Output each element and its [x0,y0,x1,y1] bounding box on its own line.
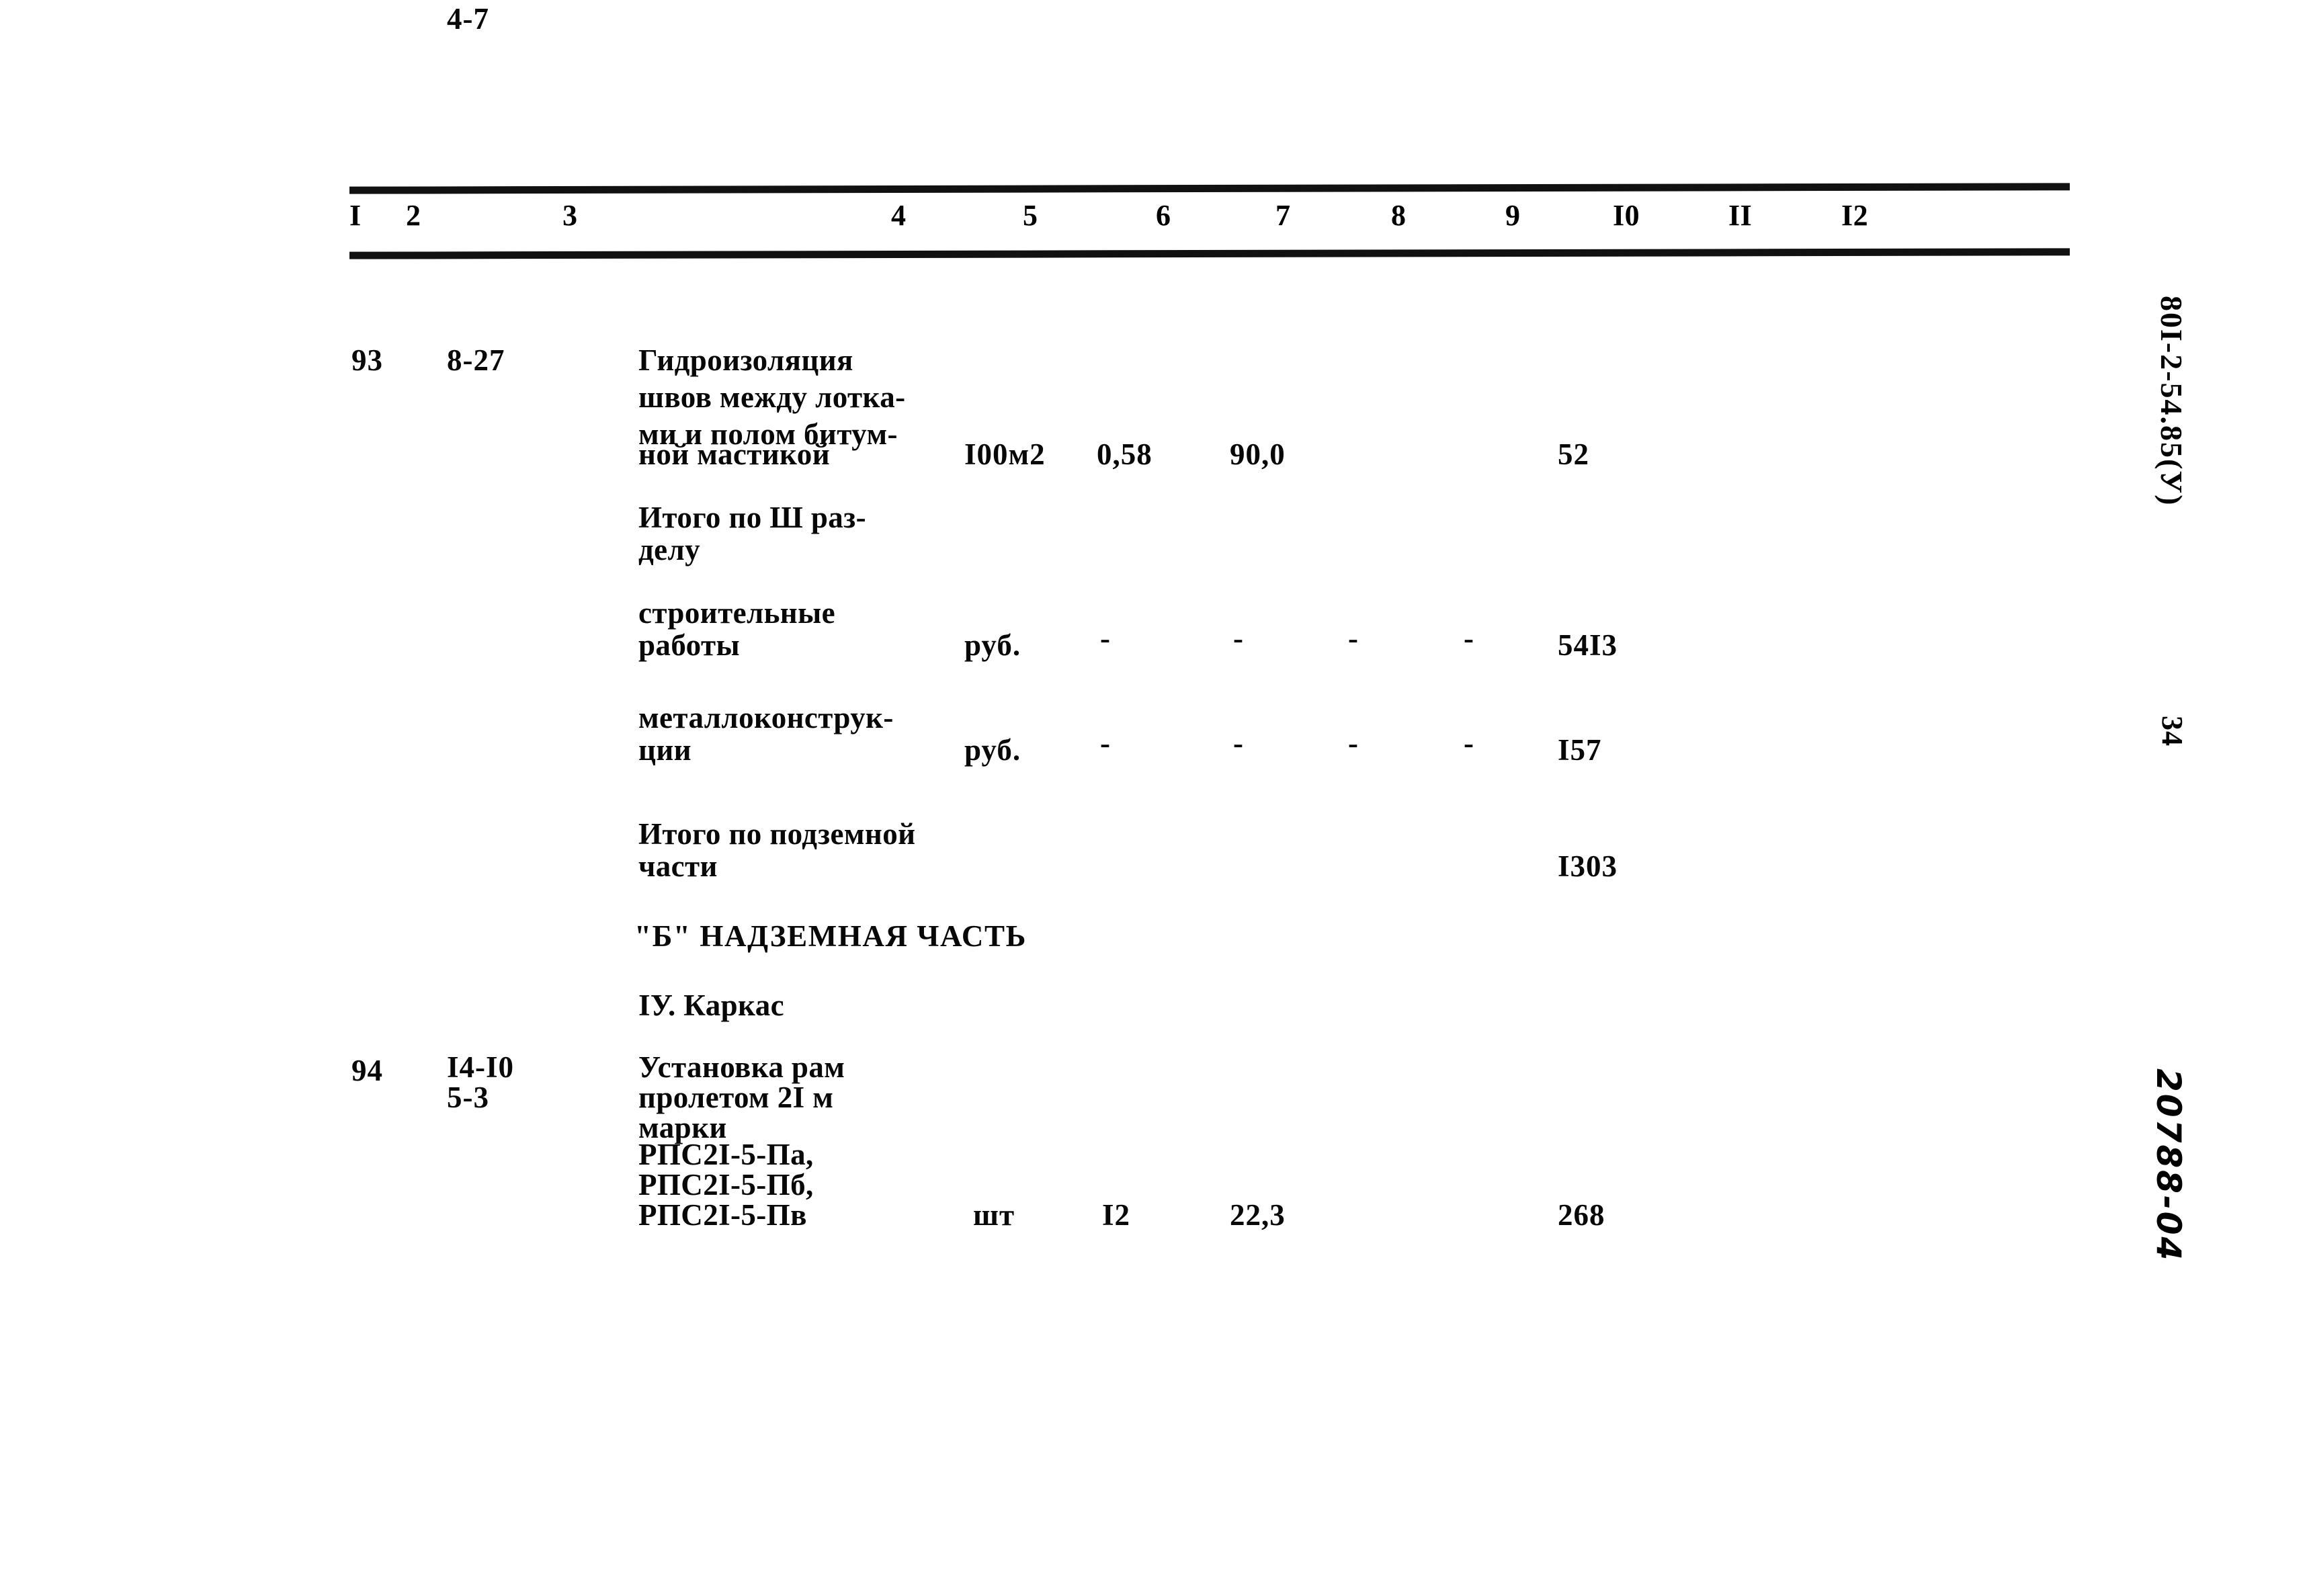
page-number-vertical: 34 [2156,716,2189,747]
row-93-col-5: 0,58 [1097,437,1152,471]
row-93-desc-line-1: Гидроизоляция [638,343,853,377]
row-93-number: 93 [351,343,383,377]
construction-works-unit: руб. [964,628,1021,662]
subtotal-section-3-line-2: делу [638,533,701,566]
metal-structures-col-8: - [1464,726,1474,760]
document-page: I 2 3 4 5 6 7 8 9 I0 II I2 93 8-27 4-7 Г… [0,0,2307,1596]
section-heading-b: "Б" НАДЗЕМНАЯ ЧАСТЬ [634,919,1027,953]
construction-works-col-9: 54I3 [1558,628,1618,662]
row-94-unit: шт [973,1198,1015,1232]
row-94-col-5: I2 [1102,1198,1131,1232]
metal-structures-col-5: - [1100,726,1111,760]
metal-structures-col-6: - [1233,726,1244,760]
metal-structures-col-7: - [1348,726,1359,760]
construction-works-line-2: работы [638,628,740,662]
metal-structures-line-2: ции [638,733,691,767]
row-93-unit: I00м2 [964,437,1046,471]
table-body: 93 8-27 4-7 Гидроизоляция швов между лот… [0,0,2307,1596]
row-93-code-line2: 4-7 [447,2,489,36]
underground-total-col-9: I303 [1558,849,1618,883]
row-93-desc-line-2: швов между лотка- [638,380,906,414]
construction-works-col-5: - [1100,622,1111,655]
construction-works-col-6: - [1233,622,1244,655]
construction-works-col-7: - [1348,622,1359,655]
row-93-desc-line-4: ной мастикой [638,437,831,471]
row-93-col-9: 52 [1558,437,1589,471]
document-code-vertical: 80I-2-54.85(У) [2154,296,2189,507]
row-94-desc-line-6: РПС2I-5-Пв [638,1198,807,1232]
section-heading-iv: IУ. Каркас [638,989,784,1022]
row-94-col-6: 22,3 [1230,1198,1286,1232]
metal-structures-col-9: I57 [1558,733,1602,767]
construction-works-col-8: - [1464,622,1474,655]
underground-total-line-2: части [638,849,718,883]
metal-structures-unit: руб. [964,733,1021,767]
archive-code-vertical: 20788-04 [2149,1068,2188,1263]
row-93-code-line1: 8-27 [447,343,505,377]
row-94-col-9: 268 [1558,1198,1605,1232]
row-93-col-6: 90,0 [1230,437,1286,471]
row-94-number: 94 [351,1054,383,1087]
row-94-code-line2: 5-3 [447,1081,489,1114]
